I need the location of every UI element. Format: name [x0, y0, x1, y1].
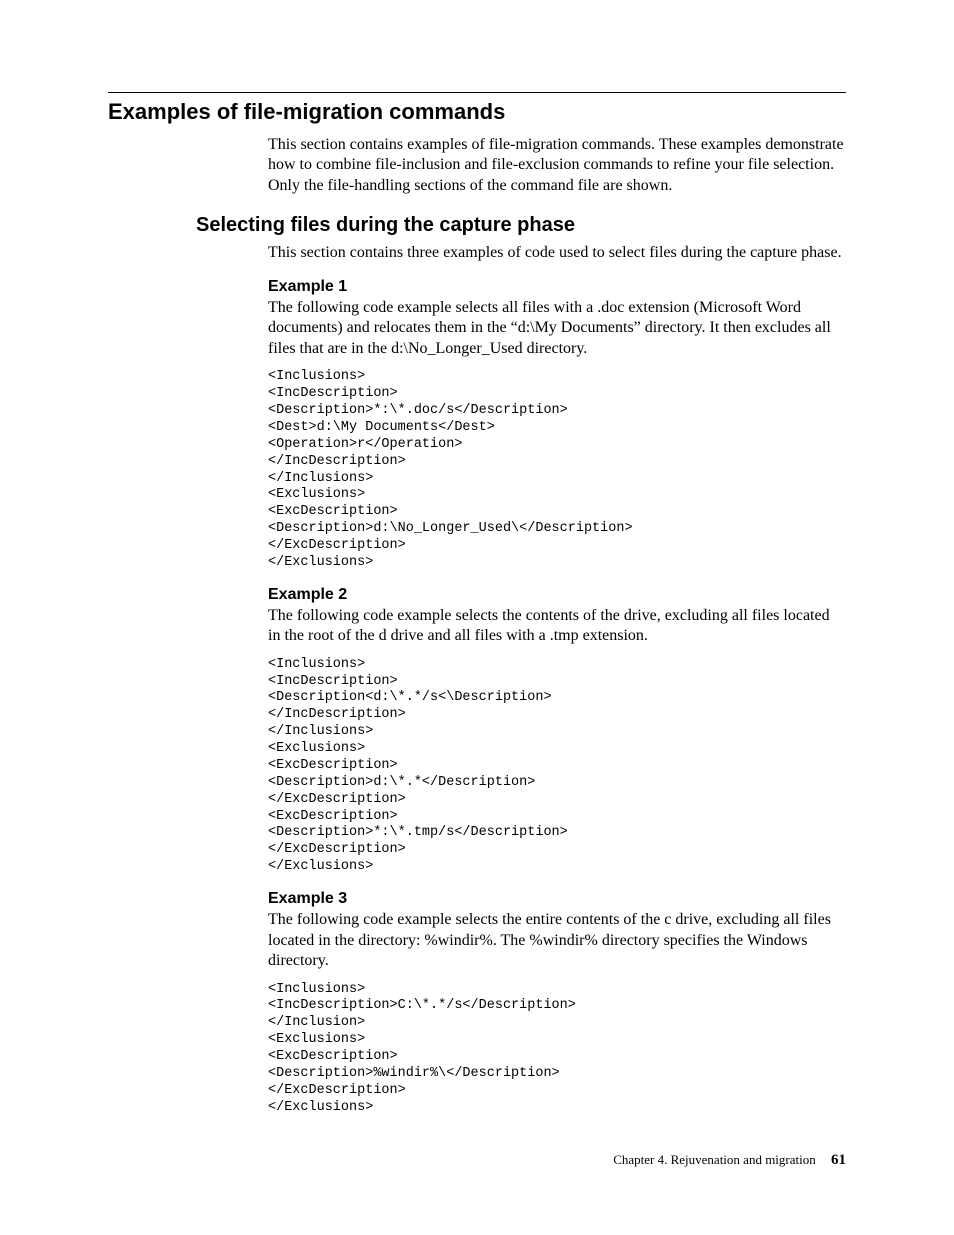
example-3-heading: Example 3 — [268, 890, 846, 908]
heading-2: Selecting files during the capture phase — [196, 214, 846, 237]
h2-intro-text: This section contains three examples of … — [268, 243, 846, 263]
content-block: This section contains three examples of … — [268, 243, 846, 1116]
example-2-code: <Inclusions> <IncDescription> <Descripti… — [268, 657, 846, 876]
heading-1: Examples of file-migration commands — [108, 99, 846, 125]
example-2-heading: Example 2 — [268, 586, 846, 604]
section-block: Selecting files during the capture phase — [196, 214, 846, 237]
example-1-heading: Example 1 — [268, 278, 846, 296]
example-1-text: The following code example selects all f… — [268, 298, 846, 359]
page: Examples of file-migration commands This… — [0, 0, 954, 1235]
example-1-code: <Inclusions> <IncDescription> <Descripti… — [268, 369, 846, 572]
page-footer: Chapter 4. Rejuvenation and migration 61 — [613, 1152, 846, 1169]
top-rule — [108, 92, 846, 93]
example-2-text: The following code example selects the c… — [268, 606, 846, 647]
intro-text: This section contains examples of file-m… — [268, 135, 846, 196]
footer-chapter-text: Chapter 4. Rejuvenation and migration — [613, 1152, 816, 1167]
example-3-code: <Inclusions> <IncDescription>C:\*.*/s</D… — [268, 982, 846, 1117]
intro-block: This section contains examples of file-m… — [268, 135, 846, 196]
page-number: 61 — [831, 1152, 846, 1168]
example-3-text: The following code example selects the e… — [268, 910, 846, 971]
